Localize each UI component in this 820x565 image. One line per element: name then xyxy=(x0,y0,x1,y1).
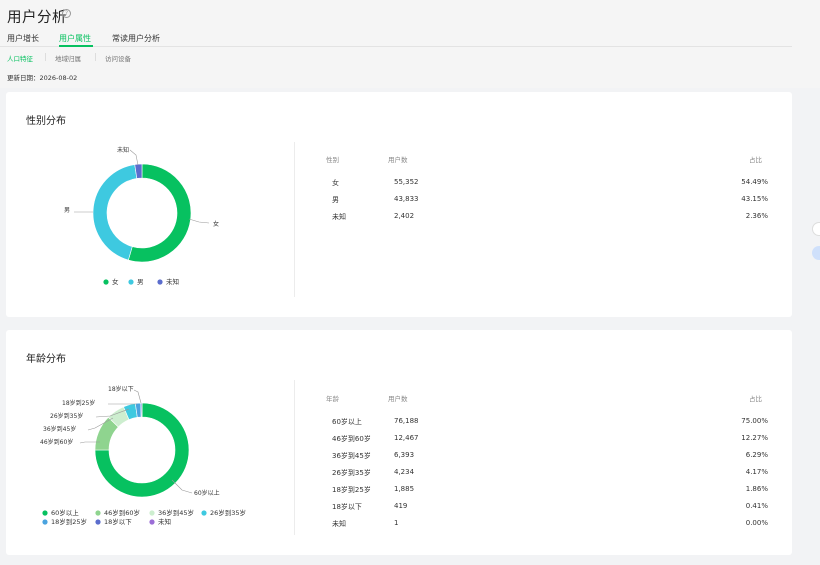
legend-label: 未知 xyxy=(158,517,171,526)
legend-swatch xyxy=(201,510,207,516)
legend-label: 18岁以下 xyxy=(104,517,132,526)
charts-svg: 女男未知女男未知60岁以上46岁到60岁36岁到45岁26岁到35岁18岁到25… xyxy=(40,146,246,526)
legend-swatch xyxy=(95,519,101,525)
legend-swatch xyxy=(42,519,48,525)
slice-label: 60岁以上 xyxy=(194,489,220,497)
legend-label: 60岁以上 xyxy=(51,508,79,517)
slice-label: 36岁到45岁 xyxy=(43,425,76,433)
legend-swatch xyxy=(103,279,109,285)
slice-label: 18岁到25岁 xyxy=(62,399,95,407)
slice-label: 女 xyxy=(213,220,219,228)
label-leader-line xyxy=(129,149,139,166)
legend-label: 女 xyxy=(112,277,119,286)
slice-label: 18岁以下 xyxy=(108,385,134,393)
label-leader-line xyxy=(188,218,210,224)
legend-label: 未知 xyxy=(166,277,179,286)
donut-slice-2 xyxy=(92,164,138,261)
legend-swatch xyxy=(149,519,155,525)
legend-swatch xyxy=(128,279,134,285)
slice-label: 未知 xyxy=(117,146,129,154)
label-leader-line xyxy=(133,389,142,404)
donut-slice-1 xyxy=(127,163,192,263)
legend-label: 26岁到35岁 xyxy=(210,508,246,517)
legend-swatch xyxy=(149,510,155,516)
slice-label: 男 xyxy=(64,207,70,214)
legend-label: 18岁到25岁 xyxy=(51,517,87,526)
legend-swatch xyxy=(157,279,163,285)
slice-label: 26岁到35岁 xyxy=(50,412,83,420)
slice-label: 46岁到60岁 xyxy=(40,438,73,446)
legend-label: 36岁到45岁 xyxy=(158,508,194,517)
legend-swatch xyxy=(95,510,101,516)
legend-label: 46岁到60岁 xyxy=(104,508,140,517)
legend-swatch xyxy=(42,510,48,516)
legend-label: 男 xyxy=(137,278,144,286)
